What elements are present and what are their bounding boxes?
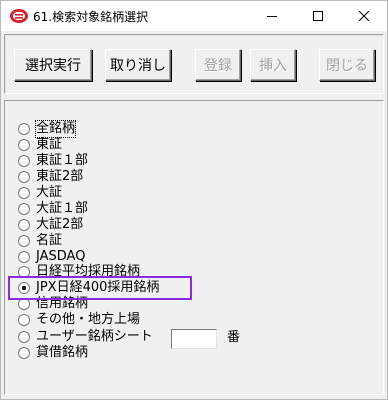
option-tse-2[interactable]: 東証2部	[18, 169, 83, 185]
radio-button[interactable]	[18, 171, 30, 183]
option-label: 名証	[36, 233, 63, 248]
radio-button[interactable]	[18, 251, 30, 263]
radio-button[interactable]	[18, 139, 30, 151]
register-button[interactable]: 登録	[195, 49, 241, 81]
maximize-icon	[313, 11, 323, 21]
sheet-number-suffix: 番	[227, 330, 241, 345]
radio-button[interactable]	[18, 347, 30, 359]
close-icon	[359, 11, 369, 21]
minimize-button[interactable]	[249, 1, 295, 31]
option-jasdaq[interactable]: JASDAQ	[18, 249, 85, 265]
radio-button[interactable]	[18, 331, 30, 343]
app-logo-icon	[10, 9, 28, 23]
radio-button[interactable]	[18, 123, 30, 135]
option-ose-2[interactable]: 大証2部	[18, 217, 83, 233]
option-label: 大証2部	[36, 217, 84, 232]
radio-button[interactable]	[18, 203, 30, 215]
insert-button[interactable]: 挿入	[250, 49, 296, 81]
option-nse[interactable]: 名証	[18, 233, 62, 249]
cancel-button[interactable]: 取り消し	[105, 49, 171, 81]
option-label: 東証	[36, 137, 63, 152]
option-label: 大証１部	[36, 201, 89, 216]
option-label: ユーザー銘柄シート	[36, 329, 153, 344]
radio-button[interactable]	[18, 235, 30, 247]
option-label: 東証2部	[36, 169, 84, 184]
title-bar[interactable]: 61.検索対象銘柄選択	[1, 1, 387, 31]
radio-button[interactable]	[18, 314, 30, 326]
option-user-sheet[interactable]: ユーザー銘柄シート	[18, 329, 153, 345]
dialog-window: 61.検索対象銘柄選択 選択実行 取り消し 登録 挿入 閉じる 全銘柄 東証 東…	[0, 0, 388, 400]
option-tse-1[interactable]: 東証１部	[18, 153, 88, 169]
radio-button[interactable]	[18, 219, 30, 231]
option-label: 貸借銘柄	[36, 345, 89, 360]
close-button[interactable]	[341, 1, 387, 31]
close-dialog-button[interactable]: 閉じる	[319, 49, 375, 81]
radio-button[interactable]	[18, 155, 30, 167]
minimize-icon	[267, 16, 277, 17]
option-label: 全銘柄	[34, 120, 77, 138]
option-label: 大証	[36, 185, 63, 200]
selection-highlight	[8, 276, 192, 300]
option-other-regional[interactable]: その他・地方上場	[18, 312, 140, 328]
option-label: その他・地方上場	[36, 312, 141, 327]
option-label: JASDAQ	[36, 249, 86, 264]
option-label: 東証１部	[36, 153, 89, 168]
window-title: 61.検索対象銘柄選択	[33, 10, 149, 24]
option-tse[interactable]: 東証	[18, 137, 62, 153]
option-lending-stocks[interactable]: 貸借銘柄	[18, 345, 88, 361]
radio-button[interactable]	[18, 187, 30, 199]
option-all-stocks[interactable]: 全銘柄	[18, 120, 77, 138]
option-ose[interactable]: 大証	[18, 185, 62, 201]
maximize-button[interactable]	[295, 1, 341, 31]
option-ose-1[interactable]: 大証１部	[18, 201, 88, 217]
execute-selection-button[interactable]: 選択実行	[14, 49, 92, 81]
sheet-number-input[interactable]	[171, 329, 217, 349]
